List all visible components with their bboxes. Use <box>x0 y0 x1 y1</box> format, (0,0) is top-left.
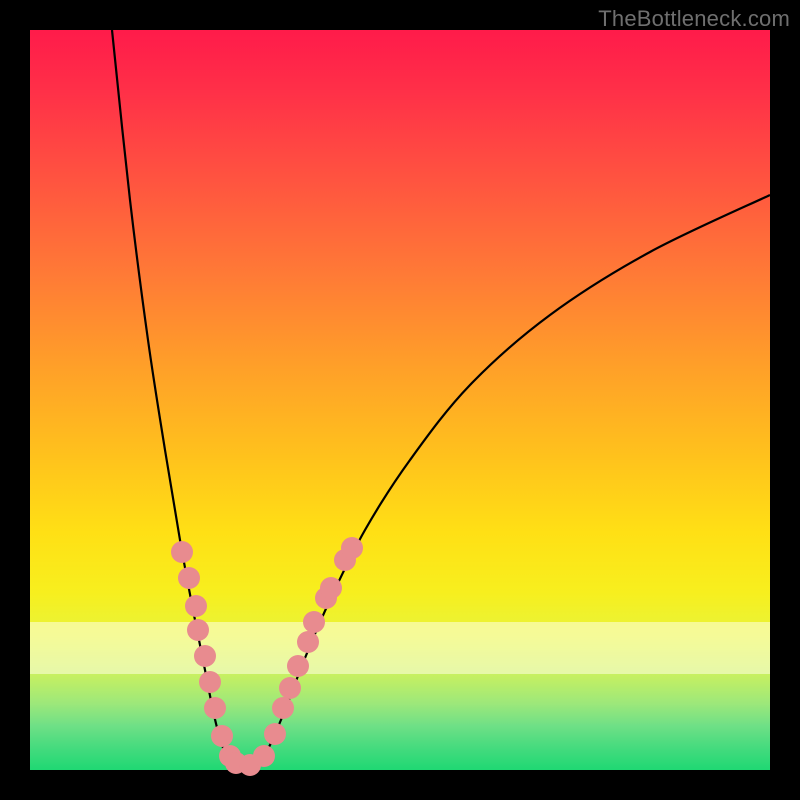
watermark-text: TheBottleneck.com <box>598 6 790 32</box>
data-dot <box>171 541 193 563</box>
data-dot <box>297 631 319 653</box>
data-dot <box>272 697 294 719</box>
plot-area <box>30 30 770 770</box>
data-dot <box>253 745 275 767</box>
data-dot <box>187 619 209 641</box>
data-dot <box>199 671 221 693</box>
data-dot <box>320 577 342 599</box>
data-dot <box>303 611 325 633</box>
data-dot <box>204 697 226 719</box>
data-dot <box>264 723 286 745</box>
chart-frame: TheBottleneck.com <box>0 0 800 800</box>
data-dot <box>341 537 363 559</box>
dots-group <box>171 537 363 776</box>
right-branch-path <box>260 195 770 762</box>
data-dot <box>194 645 216 667</box>
data-dot <box>287 655 309 677</box>
data-dot <box>211 725 233 747</box>
data-dot <box>185 595 207 617</box>
chart-svg <box>30 30 770 770</box>
data-dot <box>279 677 301 699</box>
data-dot <box>178 567 200 589</box>
